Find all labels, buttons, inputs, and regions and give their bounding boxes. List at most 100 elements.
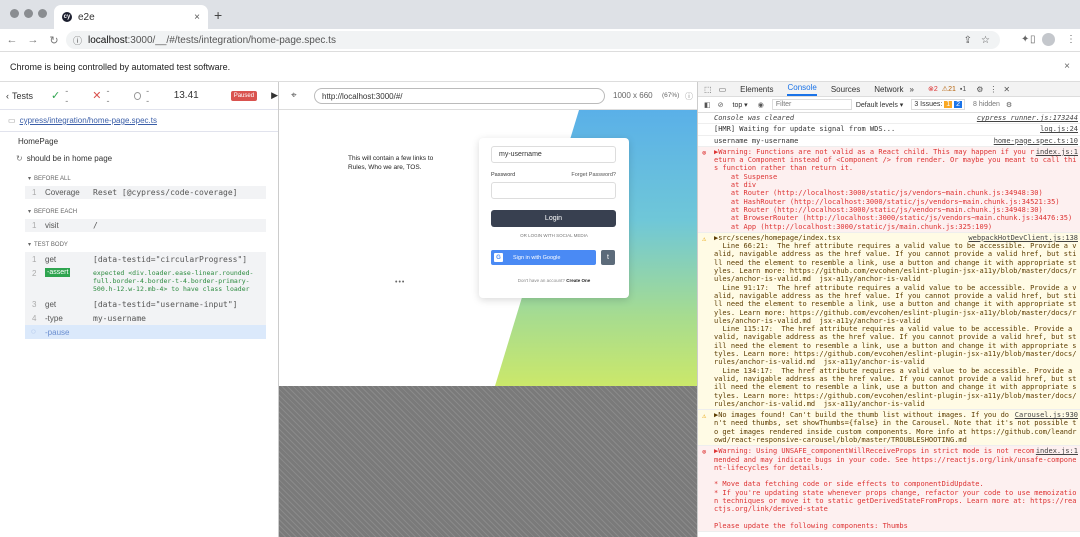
console-source-link[interactable]: Carousel.js:930: [1015, 411, 1078, 419]
extensions-icon[interactable]: ✦: [1021, 34, 1029, 45]
warning-count-badge[interactable]: ⚠21: [942, 85, 956, 93]
info-icon[interactable]: ⓘ: [685, 91, 693, 102]
reporter-stats-bar: ‹ Tests ✓ -- ✕ -- -- 13.41 Paused ▶: [0, 82, 278, 110]
browser-toolbar: ← → ↻ ⓘ localhost:3000/__/#/tests/integr…: [0, 29, 1080, 51]
google-signin-button[interactable]: G Sign in with Google: [491, 250, 596, 265]
tab-network[interactable]: Network: [874, 85, 903, 94]
log-levels-select[interactable]: Default levels ▾: [856, 101, 904, 109]
username-input[interactable]: my-username: [491, 146, 616, 163]
warning-count: 21: [948, 86, 956, 93]
passed-count: --: [65, 85, 69, 106]
login-button[interactable]: Login: [491, 210, 616, 227]
clear-console-icon[interactable]: ⊘: [718, 101, 724, 109]
context-select[interactable]: top ▾: [733, 101, 748, 109]
forward-icon[interactable]: →: [24, 34, 42, 46]
console-message[interactable]: ⚠ webpackHotDevClient.js:138 ▶src/scenes/h…: [698, 232, 1080, 411]
before-all-header[interactable]: ▾ BEFORE ALL: [0, 172, 279, 185]
error-count-badge[interactable]: ⊗2: [928, 85, 938, 93]
devtools-menu-icon[interactable]: ⋮: [989, 85, 997, 94]
command-row[interactable]: 4 -type my-username: [25, 311, 266, 325]
devtools-close-icon[interactable]: ✕: [1003, 85, 1010, 94]
error-count: 2: [933, 86, 938, 93]
bookmark-star-icon[interactable]: ☆: [981, 35, 990, 46]
command-message: [data-testid="circularProgress"]: [93, 255, 248, 264]
sidepanel-icon[interactable]: ▯: [1030, 34, 1036, 45]
tab-elements[interactable]: Elements: [740, 85, 773, 94]
assert-message: expected <div.loader.ease-linear.rounded…: [93, 269, 254, 293]
console-message[interactable]: cypress_runner.js:173244 Console was clea…: [698, 113, 1080, 125]
console-message[interactable]: log.js:24 [HMR] Waiting for update signal…: [698, 124, 1080, 136]
suite-title[interactable]: HomePage: [0, 135, 279, 148]
cypress-favicon-icon: cy: [62, 12, 72, 22]
command-row[interactable]: 1 visit /: [25, 219, 266, 232]
before-each-header[interactable]: ▾ BEFORE EACH: [0, 205, 279, 218]
passed-check-icon: ✓: [51, 90, 61, 102]
reload-icon[interactable]: ↻: [45, 34, 63, 47]
infobar-close-icon[interactable]: ×: [1064, 61, 1070, 72]
command-name: get: [45, 300, 57, 309]
new-tab-button[interactable]: +: [214, 7, 222, 23]
tab-strip: cy e2e × +: [0, 0, 1080, 29]
twitter-button[interactable]: t: [601, 250, 615, 265]
create-one-link[interactable]: Create One: [566, 278, 590, 283]
sidebar-toggle-icon[interactable]: ◧: [704, 101, 711, 109]
command-row[interactable]: 3 get [data-testid="username-input"]: [25, 298, 266, 311]
caret-icon: ▾: [28, 176, 32, 182]
test-body-header[interactable]: ▾ TEST BODY: [0, 238, 279, 251]
spec-file-link[interactable]: cypress/integration/home-page.spec.ts: [20, 116, 157, 125]
test-title: should be in home page: [26, 154, 113, 163]
console-source-link[interactable]: log.js:24: [1040, 125, 1078, 133]
log-levels-value: Default levels: [855, 101, 898, 109]
loading-dots: •••: [395, 279, 406, 286]
menu-kebab-icon[interactable]: ⋮: [1066, 34, 1076, 45]
console-source-link[interactable]: index.js:1: [1036, 148, 1078, 156]
console-message[interactable]: ⚠ Carousel.js:930 ▶No images found! Can't …: [698, 410, 1080, 447]
viewport-background-pattern: [279, 386, 697, 537]
spec-file-header[interactable]: ▭ cypress/integration/home-page.spec.ts: [0, 110, 278, 132]
share-icon[interactable]: ⇪: [964, 35, 972, 46]
tests-button[interactable]: ‹ Tests: [6, 91, 33, 101]
console-message[interactable]: ⊗ index.js:1 ▶Warning: Using UNSAFE_compon…: [698, 446, 1080, 533]
info-icon[interactable]: ⓘ: [73, 34, 82, 47]
window-minimize-light[interactable]: [24, 9, 33, 18]
address-bar[interactable]: ⓘ localhost:3000/__/#/tests/integration/…: [66, 31, 1000, 49]
command-row-pause[interactable]: ◌ -pause: [25, 325, 266, 339]
back-icon[interactable]: ←: [3, 34, 21, 46]
more-tabs[interactable]: »: [910, 85, 914, 94]
settings-gear-icon[interactable]: ⚙: [976, 85, 983, 94]
issues-button[interactable]: 3 Issues: 1 2: [911, 99, 966, 110]
info-count: 1: [962, 85, 967, 93]
console-source-link[interactable]: index.js:1: [1036, 447, 1078, 455]
password-input[interactable]: [491, 182, 616, 199]
command-row[interactable]: 1 Coverage Reset [@cypress/code-coverage…: [25, 186, 266, 199]
tab-console[interactable]: Console: [787, 83, 817, 96]
console-settings-icon[interactable]: ⚙: [1006, 101, 1012, 109]
selector-playground-icon[interactable]: ⌖: [291, 90, 297, 101]
browser-tab[interactable]: cy e2e ×: [54, 5, 208, 29]
tab-sources[interactable]: Sources: [831, 85, 860, 94]
pending-circle-icon: [133, 91, 142, 100]
command-row-assert[interactable]: 2 -assert expected <div.loader.ease-line…: [25, 266, 266, 298]
window-close-light[interactable]: [10, 9, 19, 18]
console-message[interactable]: home-page.spec.ts:10 username my-username: [698, 136, 1080, 147]
console-source-link[interactable]: cypress_runner.js:173244: [977, 114, 1078, 122]
spinner-icon: ◌: [31, 327, 36, 336]
profile-avatar[interactable]: [1042, 33, 1055, 46]
device-toolbar-icon[interactable]: ▭: [719, 85, 727, 94]
live-expression-eye-icon[interactable]: ◉: [758, 101, 764, 109]
console-source-link[interactable]: webpackHotDevClient.js:138: [968, 234, 1078, 242]
test-title-row[interactable]: ↻ should be in home page: [0, 152, 279, 165]
console-source-link[interactable]: home-page.spec.ts:10: [994, 137, 1078, 145]
command-row[interactable]: 1 get [data-testid="circularProgress"]: [25, 252, 266, 266]
tab-close-icon[interactable]: ×: [194, 12, 200, 23]
twitter-icon: t: [607, 254, 609, 261]
console-message[interactable]: ⊗ index.js:1 ▶Warning: Functions are not v…: [698, 146, 1080, 233]
filter-input[interactable]: Filter: [771, 99, 852, 110]
info-count-badge[interactable]: ▪1: [960, 86, 966, 93]
forgot-password-link[interactable]: Forget Password?: [571, 172, 616, 178]
window-zoom-light[interactable]: [38, 9, 47, 18]
resume-play-icon[interactable]: ▶: [271, 90, 278, 101]
command-number: 3: [32, 300, 37, 309]
command-name: visit: [45, 221, 59, 230]
inspect-icon[interactable]: ⬚: [704, 85, 712, 94]
